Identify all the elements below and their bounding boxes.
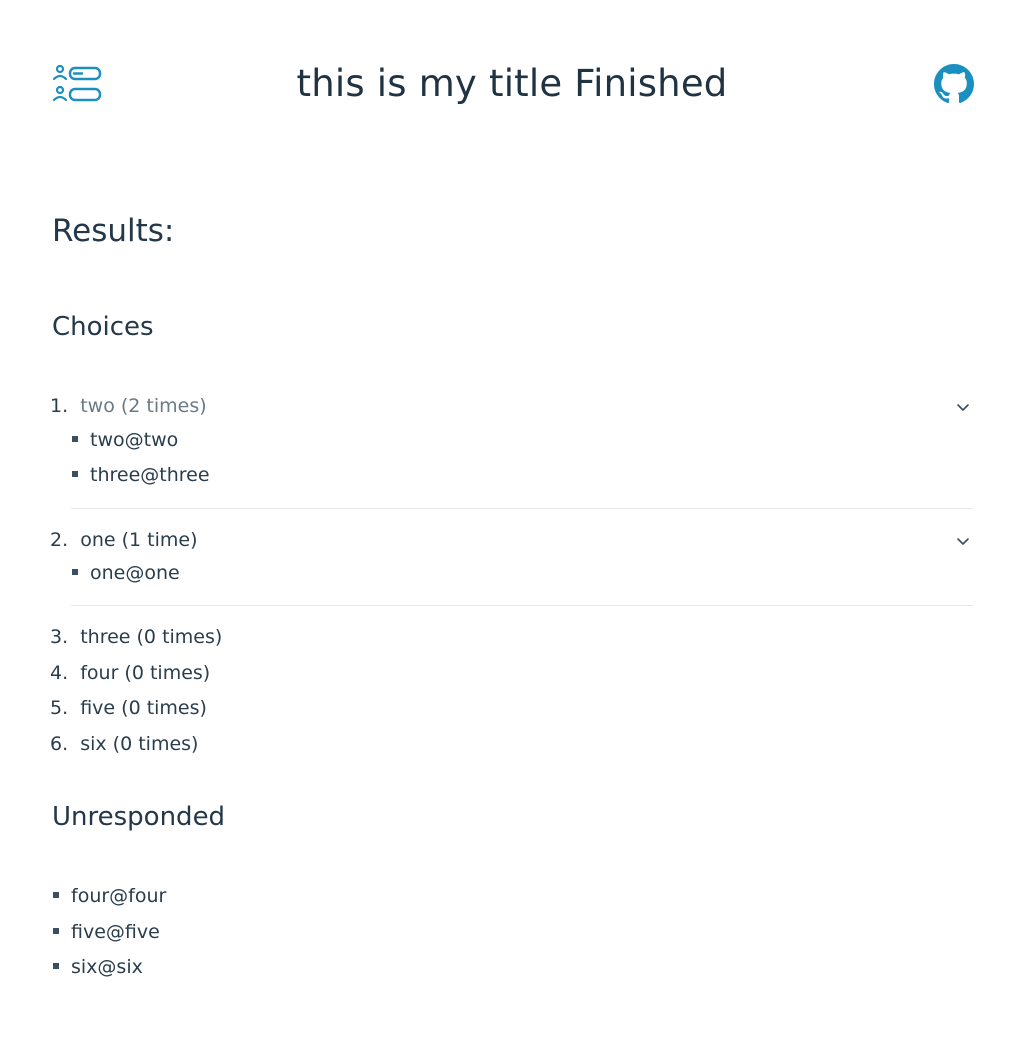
choice-row: 3. three (0 times) [50, 626, 222, 648]
choice-label: five (0 times) [80, 697, 207, 719]
choice-label: four (0 times) [80, 662, 211, 684]
page-title: this is my title Finished [296, 62, 728, 105]
unresponded-email: four@four [71, 885, 167, 907]
unresponded-heading: Unresponded [52, 802, 226, 832]
unresponded-item: four@four [53, 885, 166, 907]
bullet-icon [53, 927, 59, 934]
divider [71, 508, 973, 509]
results-heading: Results: [52, 213, 175, 249]
divider [71, 605, 973, 606]
choice-number: 6. [50, 733, 75, 755]
choice-number: 1. [50, 395, 75, 417]
unresponded-email: five@five [71, 921, 160, 943]
choice-label: six (0 times) [80, 733, 199, 755]
bullet-icon [72, 435, 78, 442]
choice-row: 5. five (0 times) [50, 697, 207, 719]
bullet-icon [53, 891, 59, 898]
bullet-icon [72, 470, 78, 477]
member-item: three@three [72, 464, 210, 486]
unresponded-item: six@six [53, 956, 143, 978]
member-email: one@one [90, 562, 180, 584]
choice-row[interactable]: 2. one (1 time) [50, 529, 198, 551]
choice-label: two (2 times) [80, 395, 207, 417]
choice-label: three (0 times) [80, 626, 223, 648]
choice-number: 2. [50, 529, 75, 551]
choice-row[interactable]: 1. two (2 times) [50, 395, 207, 417]
github-icon[interactable] [934, 64, 974, 104]
chevron-down-icon[interactable] [955, 399, 971, 415]
unresponded-email: six@six [71, 956, 143, 978]
chevron-down-icon[interactable] [955, 533, 971, 549]
member-email: two@two [90, 429, 179, 451]
bullet-icon [72, 568, 78, 575]
bullet-icon [53, 962, 59, 969]
choice-number: 4. [50, 662, 75, 684]
choice-number: 5. [50, 697, 75, 719]
unresponded-item: five@five [53, 921, 160, 943]
choices-heading: Choices [52, 312, 154, 342]
choice-label: one (1 time) [80, 529, 198, 551]
header: this is my title Finished [0, 0, 1024, 170]
choice-number: 3. [50, 626, 75, 648]
choice-row: 6. six (0 times) [50, 733, 198, 755]
member-item: one@one [72, 562, 180, 584]
choice-row: 4. four (0 times) [50, 662, 210, 684]
member-item: two@two [72, 429, 178, 451]
member-email: three@three [90, 464, 210, 486]
